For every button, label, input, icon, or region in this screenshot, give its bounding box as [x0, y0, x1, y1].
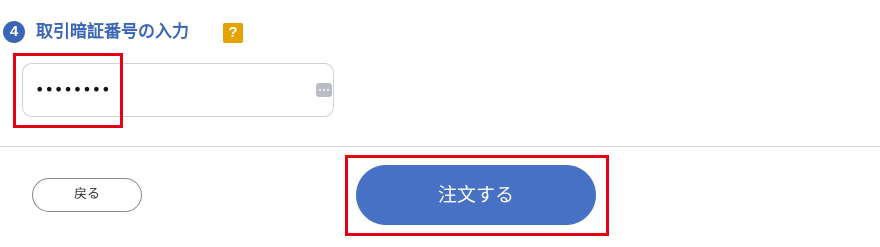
section-divider: [0, 146, 880, 147]
pin-masked-value: ••••••••: [35, 80, 111, 99]
step-number-badge: 4: [3, 21, 25, 43]
help-icon[interactable]: ?: [223, 23, 243, 43]
transaction-pin-input[interactable]: ••••••••: [22, 63, 334, 117]
section-title: 取引暗証番号の入力: [36, 22, 189, 42]
password-manager-key-icon[interactable]: [316, 83, 332, 97]
back-button[interactable]: 戻る: [32, 178, 142, 212]
place-order-button[interactable]: 注文する: [356, 165, 596, 225]
